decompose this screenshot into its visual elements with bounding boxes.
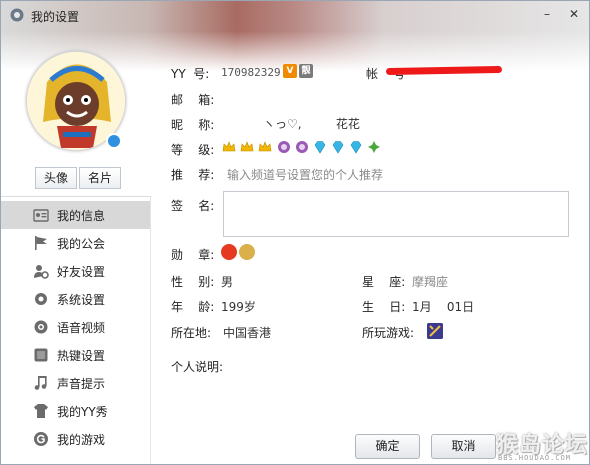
sidebar-item-label: 我的YY秀 bbox=[57, 404, 108, 419]
sidebar: 头像 名片 我的信息 我的公会 好友设置 系统设置 语音视频 热键设置 声音提示… bbox=[1, 1, 151, 464]
constellation-value: 摩羯座 bbox=[412, 275, 449, 289]
pretty-number-badge-icon: 靓 bbox=[299, 64, 313, 78]
shirt-icon bbox=[34, 404, 48, 418]
forum-watermark: 猴岛论坛 BBS.HOUDAO.COM bbox=[496, 427, 588, 464]
signature-textarea[interactable] bbox=[223, 191, 569, 237]
moon-level-icon bbox=[296, 141, 308, 153]
sidebar-item-system-settings[interactable]: 系统设置 bbox=[1, 285, 151, 313]
id-card-icon bbox=[33, 209, 49, 222]
sidebar-item-sound-alerts[interactable]: 声音提示 bbox=[1, 369, 151, 397]
settings-nav: 我的信息 我的公会 好友设置 系统设置 语音视频 热键设置 声音提示 我的YY秀… bbox=[1, 201, 151, 453]
diamond-level-icon bbox=[332, 141, 344, 154]
level-label: 等 级: bbox=[171, 143, 215, 157]
sidebar-item-label: 系统设置 bbox=[57, 292, 106, 307]
sidebar-item-my-guild[interactable]: 我的公会 bbox=[1, 229, 151, 257]
sidebar-item-friend-settings[interactable]: 好友设置 bbox=[1, 257, 151, 285]
birthday-value: 1月 01日 bbox=[412, 300, 475, 314]
games-label: 所玩游戏: bbox=[362, 326, 415, 340]
diamond-level-icon bbox=[350, 141, 362, 154]
signature-label: 签 名: bbox=[171, 199, 215, 213]
sidebar-item-label: 我的信息 bbox=[57, 208, 106, 223]
flag-icon bbox=[35, 236, 47, 250]
medal-label: 勋 章: bbox=[171, 248, 215, 262]
sidebar-item-label: 好友设置 bbox=[57, 264, 106, 279]
sidebar-item-label: 我的公会 bbox=[57, 236, 106, 251]
sidebar-item-hotkeys[interactable]: 热键设置 bbox=[1, 341, 151, 369]
gender-value: 男 bbox=[221, 275, 234, 289]
sidebar-item-yy-show[interactable]: 我的YY秀 bbox=[1, 397, 151, 425]
keyboard-icon bbox=[34, 348, 48, 362]
redacted-account-mark bbox=[385, 65, 503, 76]
close-button[interactable]: ✕ bbox=[564, 5, 584, 23]
minimize-button[interactable]: – bbox=[537, 5, 557, 23]
crown-level-icon bbox=[258, 141, 272, 152]
sidebar-item-label: 语音视频 bbox=[57, 320, 106, 335]
gear-icon bbox=[35, 293, 47, 305]
camera-icon bbox=[34, 320, 48, 334]
sidebar-item-label: 热键设置 bbox=[57, 348, 106, 363]
user-gear-icon bbox=[34, 265, 49, 279]
ok-button[interactable]: 确定 bbox=[355, 434, 420, 459]
gold-medal-icon bbox=[239, 244, 255, 260]
tab-avatar[interactable]: 头像 bbox=[35, 167, 77, 189]
age-value: 199岁 bbox=[221, 300, 256, 314]
crown-level-icon bbox=[222, 141, 236, 152]
vip-badge-icon: V bbox=[283, 64, 297, 78]
yy-number-label: YY 号: bbox=[171, 67, 210, 81]
recommend-label: 推 荐: bbox=[171, 168, 215, 182]
tab-card[interactable]: 名片 bbox=[79, 167, 121, 189]
watermark-url: BBS.HOUDAO.COM bbox=[498, 454, 572, 462]
location-value: 中国香港 bbox=[223, 326, 272, 340]
red-medal-icon bbox=[221, 244, 237, 260]
divider bbox=[1, 196, 151, 197]
about-label: 个人说明: bbox=[171, 360, 224, 374]
verified-badge-icon bbox=[106, 133, 122, 149]
cancel-button[interactable]: 取消 bbox=[431, 434, 496, 459]
sidebar-item-voice-video[interactable]: 语音视频 bbox=[1, 313, 151, 341]
nickname-label: 昵 称: bbox=[171, 118, 215, 132]
music-note-icon bbox=[34, 376, 47, 390]
crown-level-icon bbox=[240, 141, 254, 152]
sidebar-item-label: 我的游戏 bbox=[57, 432, 106, 447]
moon-level-icon bbox=[278, 141, 290, 153]
constellation-label: 星 座: bbox=[362, 275, 406, 289]
nickname-value: ヽっ♡, 花花 bbox=[263, 117, 360, 131]
sun-level-icon bbox=[368, 141, 380, 153]
birthday-label: 生 日: bbox=[362, 300, 406, 314]
recommend-input[interactable]: 输入频道号设置您的个人推荐 bbox=[227, 166, 383, 183]
settings-window: 我的设置 – ✕ 头像 名片 我的信息 我的公会 好友设置 系统设置 语音视频 … bbox=[0, 0, 590, 465]
sidebar-separator bbox=[150, 197, 151, 464]
email-label: 邮 箱: bbox=[171, 93, 215, 107]
sidebar-item-my-games[interactable]: 我的游戏 bbox=[1, 425, 151, 453]
location-label: 所在地: bbox=[171, 326, 212, 340]
sidebar-item-label: 声音提示 bbox=[57, 376, 106, 391]
sidebar-item-my-info[interactable]: 我的信息 bbox=[1, 201, 151, 229]
age-label: 年 龄: bbox=[171, 300, 215, 314]
yy-number-value: 170982329 bbox=[221, 66, 281, 79]
avatar-tabs: 头像 名片 bbox=[35, 167, 123, 189]
gender-label: 性 别: bbox=[171, 275, 215, 289]
game-g-icon bbox=[34, 432, 48, 446]
diamond-level-icon bbox=[314, 141, 326, 154]
game-app-icon bbox=[427, 323, 443, 339]
